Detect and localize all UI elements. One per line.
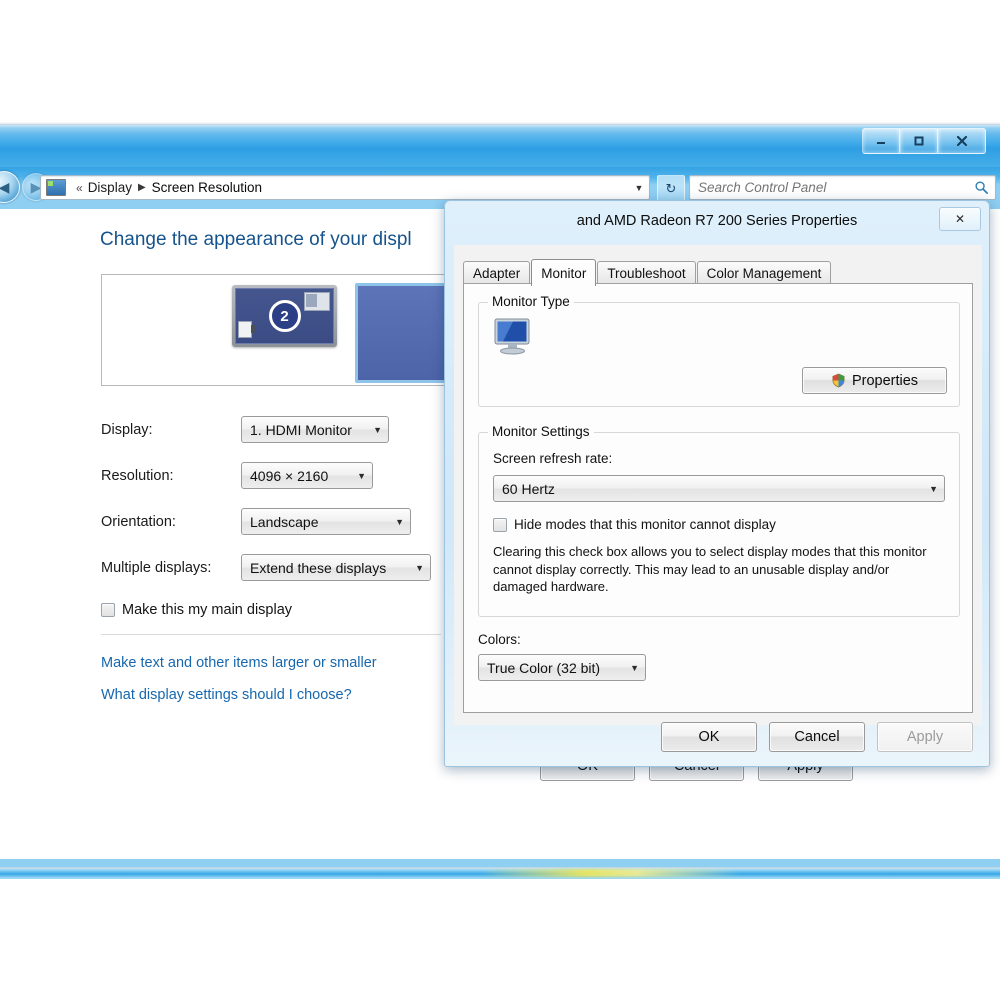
refresh-button[interactable]: ↻	[657, 175, 685, 202]
tab-monitor[interactable]: Monitor	[531, 259, 597, 286]
mini-desktop-icon	[238, 321, 256, 338]
monitor-tab-panel: Monitor Type Properties Monitor Settings…	[463, 283, 973, 713]
window-control-buttons	[862, 128, 986, 154]
dialog-cancel-button[interactable]: Cancel	[769, 722, 865, 752]
display-select-value: 1. HDMI Monitor	[250, 421, 352, 438]
dialog-tab-strip: Adapter Monitor Troubleshoot Color Manag…	[463, 259, 832, 286]
dialog-title: and AMD Radeon R7 200 Series Properties	[576, 213, 858, 229]
search-box[interactable]	[689, 175, 996, 200]
multiple-displays-label: Multiple displays:	[101, 559, 212, 576]
divider	[101, 634, 441, 635]
colors-value: True Color (32 bit)	[487, 659, 601, 676]
tab-adapter[interactable]: Adapter	[463, 261, 531, 284]
monitor-2-thumbnail[interactable]: 2	[232, 285, 337, 347]
shield-icon	[832, 373, 845, 388]
orientation-select[interactable]: Landscape ▼	[241, 508, 411, 535]
refresh-rate-select[interactable]: 60 Hertz ▼	[493, 475, 945, 502]
monitor-properties-button-label: Properties	[851, 372, 919, 389]
display-select[interactable]: 1. HDMI Monitor ▼	[241, 416, 389, 443]
address-bar[interactable]: « Display ▶ Screen Resolution ▼	[40, 175, 650, 200]
taskbar-glow	[480, 869, 740, 877]
chevron-down-icon: ▼	[415, 562, 424, 573]
tab-troubleshoot[interactable]: Troubleshoot	[597, 261, 696, 284]
chevron-down-icon: ▼	[373, 424, 382, 435]
monitor-type-group-title: Monitor Type	[488, 294, 574, 309]
breadcrumb-display[interactable]: Display	[88, 180, 132, 195]
breadcrumb-overflow-chevrons[interactable]: «	[71, 181, 88, 195]
dialog-footer-buttons: OK Cancel Apply	[445, 722, 989, 752]
dialog-close-button[interactable]: ✕	[939, 207, 981, 231]
hide-modes-label: Hide modes that this monitor cannot disp…	[514, 517, 776, 532]
colors-select[interactable]: True Color (32 bit) ▼	[478, 654, 646, 681]
address-dropdown-icon[interactable]: ▼	[631, 183, 647, 193]
mini-window-icon	[304, 292, 330, 311]
monitor-type-group: Monitor Type Properties	[478, 294, 960, 407]
refresh-rate-value: 60 Hertz	[502, 480, 555, 497]
multiple-displays-select[interactable]: Extend these displays ▼	[241, 554, 431, 581]
chevron-down-icon: ▼	[929, 483, 938, 494]
page-title: Change the appearance of your displ	[100, 229, 412, 250]
orientation-row: Orientation: Landscape ▼	[101, 508, 411, 535]
close-button[interactable]	[938, 128, 986, 154]
multiple-displays-value: Extend these displays	[250, 559, 387, 576]
resolution-select[interactable]: 4096 × 2160 ▼	[241, 462, 373, 489]
main-display-checkbox-row[interactable]: Make this my main display	[101, 602, 292, 618]
colors-label: Colors:	[478, 632, 521, 647]
multiple-displays-row: Multiple displays: Extend these displays…	[101, 554, 431, 581]
monitor-2-screen: 2	[235, 288, 334, 344]
resolution-label: Resolution:	[101, 467, 174, 484]
resolution-select-value: 4096 × 2160	[250, 467, 329, 484]
back-button[interactable]: ◀	[0, 171, 20, 203]
chevron-down-icon: ▼	[630, 662, 639, 673]
close-icon: ✕	[954, 212, 966, 226]
dialog-client-area: Adapter Monitor Troubleshoot Color Manag…	[454, 245, 982, 725]
dialog-title-bar[interactable]: and AMD Radeon R7 200 Series Properties	[445, 201, 989, 241]
display-row: Display: 1. HDMI Monitor ▼	[101, 416, 389, 443]
tab-color-management[interactable]: Color Management	[696, 261, 832, 284]
monitor-2-number: 2	[268, 300, 301, 332]
chevron-down-icon: ▼	[395, 516, 404, 527]
maximize-button[interactable]	[900, 128, 938, 154]
minimize-button[interactable]	[862, 128, 900, 154]
monitor-icon	[494, 318, 530, 355]
monitor-settings-group: Monitor Settings Screen refresh rate: 60…	[478, 424, 960, 617]
link-text-size[interactable]: Make text and other items larger or smal…	[101, 655, 377, 671]
monitor-properties-dialog: and AMD Radeon R7 200 Series Properties …	[444, 200, 990, 767]
display-icon	[46, 179, 66, 196]
back-arrow-icon: ◀	[0, 179, 10, 195]
refresh-icon: ↻	[665, 180, 677, 196]
refresh-rate-label: Screen refresh rate:	[493, 451, 613, 466]
hide-modes-checkbox-row[interactable]: Hide modes that this monitor cannot disp…	[493, 517, 776, 532]
breadcrumb-separator-icon[interactable]: ▶	[132, 182, 152, 193]
monitor-settings-group-title: Monitor Settings	[488, 424, 594, 439]
window-title-bar[interactable]	[0, 125, 1000, 167]
dialog-ok-button[interactable]: OK	[661, 722, 757, 752]
search-icon	[975, 181, 988, 194]
main-display-checkbox[interactable]	[101, 603, 115, 617]
display-label: Display:	[101, 421, 153, 438]
hide-modes-checkbox[interactable]	[493, 517, 507, 532]
link-display-settings-help[interactable]: What display settings should I choose?	[101, 687, 352, 703]
search-input[interactable]	[696, 179, 974, 196]
resolution-row: Resolution: 4096 × 2160 ▼	[101, 462, 373, 489]
hide-modes-help-text: Clearing this check box allows you to se…	[493, 544, 927, 595]
orientation-select-value: Landscape	[250, 513, 319, 530]
dialog-apply-button: Apply	[877, 722, 973, 752]
orientation-label: Orientation:	[101, 513, 176, 530]
breadcrumb-screen-resolution[interactable]: Screen Resolution	[152, 180, 262, 195]
monitor-properties-button[interactable]: Properties	[802, 367, 947, 394]
chevron-down-icon: ▼	[357, 470, 366, 481]
main-display-checkbox-label: Make this my main display	[122, 602, 293, 618]
